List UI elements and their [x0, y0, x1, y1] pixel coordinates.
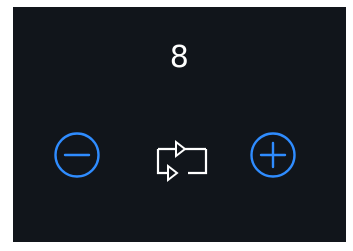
increment-button[interactable] — [249, 131, 297, 179]
count-value: 8 — [169, 40, 190, 75]
minus-circle-icon — [54, 132, 100, 178]
counter-panel: 8 — [13, 7, 346, 242]
decrement-button[interactable] — [53, 131, 101, 179]
repeat-icon — [156, 139, 208, 183]
plus-circle-icon — [250, 132, 296, 178]
repeat-button[interactable] — [148, 131, 216, 183]
